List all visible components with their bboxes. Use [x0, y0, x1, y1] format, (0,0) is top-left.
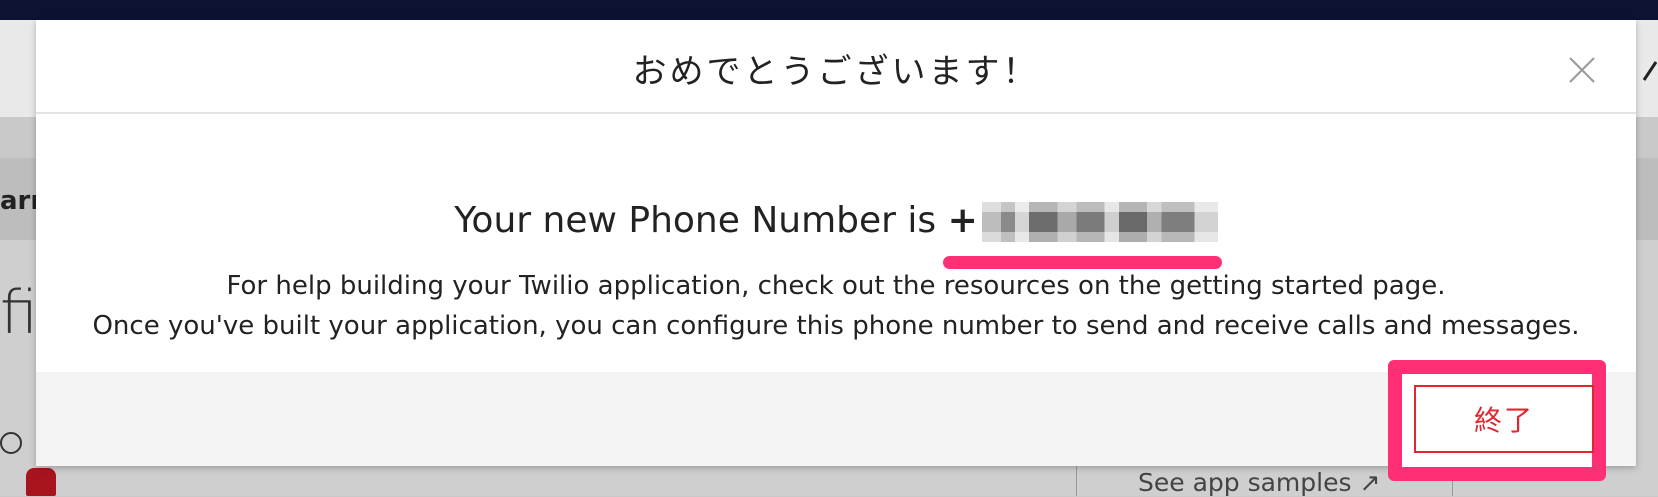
phone-number-line: Your new Phone Number is + [36, 200, 1636, 242]
modal-body: Your new Phone Number is + For help buil… [36, 114, 1636, 392]
phone-number-label: Your new Phone Number is [454, 200, 948, 241]
hand-icon [26, 468, 56, 496]
redacted-phone-number [981, 202, 1218, 242]
modal-title: おめでとうございます！ [632, 52, 1040, 92]
user-icon[interactable] [1640, 54, 1658, 94]
modal-header: おめでとうございます！ [36, 20, 1636, 114]
description-line-2: Once you've built your application, you … [92, 311, 1580, 341]
modal-description: For help building your Twilio applicatio… [36, 266, 1636, 346]
phone-number-plus: + [947, 200, 978, 241]
close-icon[interactable] [1564, 52, 1600, 88]
finish-button[interactable]: 終了 [1414, 385, 1594, 453]
top-navigation-bar [0, 0, 1658, 20]
see-app-samples-link[interactable]: See app samples ↗ [1138, 468, 1380, 497]
description-line-1: For help building your Twilio applicatio… [226, 271, 1446, 301]
background-circle-icon [0, 432, 22, 454]
background-divider [1076, 466, 1077, 496]
